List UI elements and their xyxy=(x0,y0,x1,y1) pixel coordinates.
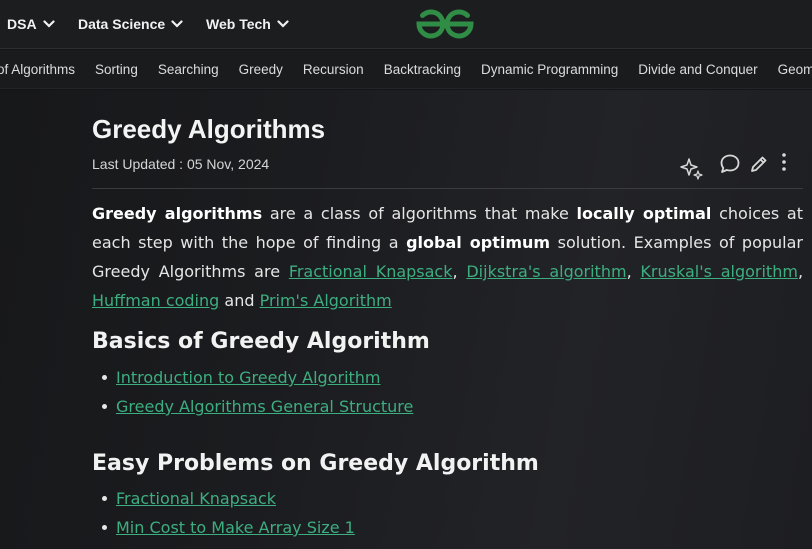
link-kruskal[interactable]: Kruskal's algorithm xyxy=(640,262,798,281)
section-heading-easy-problems: Easy Problems on Greedy Algorithm xyxy=(92,451,539,476)
link-fractional-knapsack[interactable]: Fractional Knapsack xyxy=(289,262,453,281)
intro-separator: , xyxy=(626,262,641,281)
topic-subnav: of Algorithms Sorting Searching Greedy R… xyxy=(0,50,812,89)
more-vertical-icon[interactable] xyxy=(772,150,796,174)
ai-sparkle-icon[interactable] xyxy=(679,156,703,180)
easy-problems-link-list: Fractional Knapsack Min Cost to Make Arr… xyxy=(92,484,355,542)
subnav-item-searching[interactable]: Searching xyxy=(158,62,219,77)
intro-bold-term: global optimum xyxy=(406,233,551,252)
nav-data-science[interactable]: Data Science xyxy=(78,14,183,34)
basics-link-list: Introduction to Greedy Algorithm Greedy … xyxy=(92,363,413,421)
intro-separator: , xyxy=(452,262,467,281)
section-heading-basics: Basics of Greedy Algorithm xyxy=(92,329,430,354)
link-introduction-to-greedy[interactable]: Introduction to Greedy Algorithm xyxy=(116,368,381,387)
intro-bold-term: Greedy algorithms xyxy=(92,204,263,223)
list-item: Greedy Algorithms General Structure xyxy=(92,392,413,421)
subnav-item-greedy[interactable]: Greedy xyxy=(239,62,283,77)
last-updated: Last Updated : 05 Nov, 2024 xyxy=(92,156,270,172)
intro-bold-term: locally optimal xyxy=(576,204,712,223)
top-navbar: DSA Data Science Web Tech xyxy=(0,0,812,49)
nav-data-science-label: Data Science xyxy=(78,16,166,32)
nav-dsa-label: DSA xyxy=(7,16,37,32)
subnav-item-sorting[interactable]: Sorting xyxy=(95,62,138,77)
subnav-item-recursion[interactable]: Recursion xyxy=(303,62,364,77)
intro-separator: , xyxy=(797,262,804,281)
nav-web-tech[interactable]: Web Tech xyxy=(206,14,289,34)
link-min-cost-array-size-1[interactable]: Min Cost to Make Array Size 1 xyxy=(116,518,355,537)
list-item: Introduction to Greedy Algorithm xyxy=(92,363,413,392)
link-dijkstra[interactable]: Dijkstra's algorithm xyxy=(466,262,626,281)
subnav-item-geometric[interactable]: Geometric xyxy=(778,62,812,77)
edit-pencil-icon[interactable] xyxy=(747,152,771,176)
subnav-item-algorithms[interactable]: of Algorithms xyxy=(0,62,75,77)
nav-web-tech-label: Web Tech xyxy=(206,16,271,32)
intro-text: are a class of algorithms that make xyxy=(262,204,577,223)
subnav-track: of Algorithms Sorting Searching Greedy R… xyxy=(0,50,812,88)
subnav-item-divide-and-conquer[interactable]: Divide and Conquer xyxy=(638,62,757,77)
list-item: Min Cost to Make Array Size 1 xyxy=(92,513,355,542)
link-huffman-coding[interactable]: Huffman coding xyxy=(92,291,219,310)
link-greedy-general-structure[interactable]: Greedy Algorithms General Structure xyxy=(116,397,413,416)
link-fractional-knapsack-problem[interactable]: Fractional Knapsack xyxy=(116,489,276,508)
page-title: Greedy Algorithms xyxy=(92,114,326,144)
subnav-item-dynamic-programming[interactable]: Dynamic Programming xyxy=(481,62,618,77)
chevron-down-icon xyxy=(171,20,183,28)
subnav-item-backtracking[interactable]: Backtracking xyxy=(384,62,461,77)
gfg-logo[interactable] xyxy=(414,8,476,40)
link-prims-algorithm[interactable]: Prim's Algorithm xyxy=(260,291,392,310)
chevron-down-icon xyxy=(277,20,289,28)
title-divider xyxy=(92,188,803,189)
comment-icon[interactable] xyxy=(718,152,742,176)
intro-paragraph: Greedy algorithms are a class of algorit… xyxy=(92,199,803,315)
chevron-down-icon xyxy=(42,20,55,28)
intro-text: and xyxy=(219,291,260,310)
nav-dsa[interactable]: DSA xyxy=(7,14,55,34)
list-item: Fractional Knapsack xyxy=(92,484,355,513)
